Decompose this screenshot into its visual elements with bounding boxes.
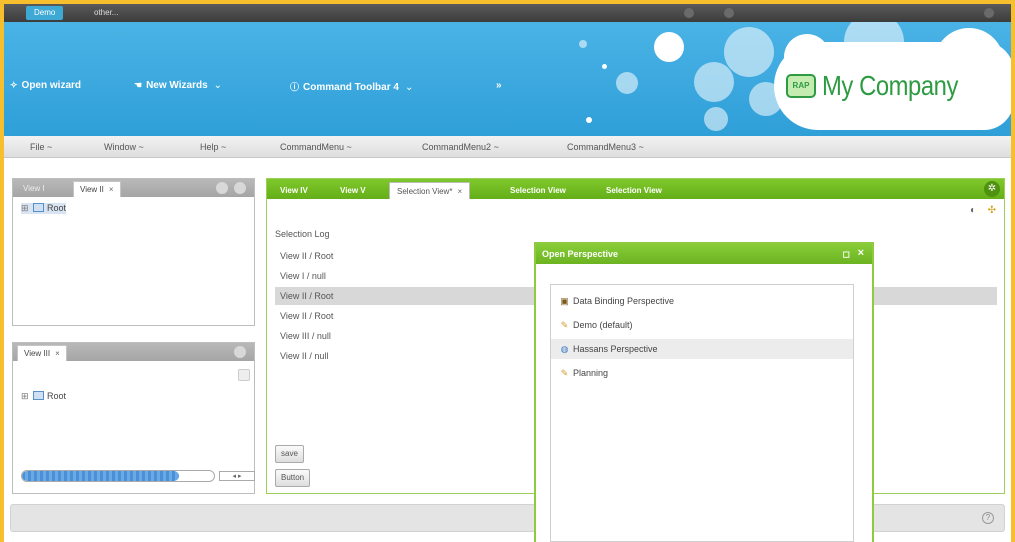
menu-commandmenu[interactable]: CommandMenu ~	[280, 142, 352, 152]
binding-icon: ▣	[560, 296, 569, 306]
tab-selection-view[interactable]: Selection View	[503, 182, 573, 199]
folder-icon	[33, 203, 44, 212]
main-tab-bar: View IV View V Selection View* × Selectio…	[267, 179, 1004, 199]
wizard-icon: ✧	[10, 80, 18, 90]
expand-icon[interactable]: ⊞	[21, 391, 30, 402]
bubble-decoration	[704, 107, 728, 131]
pencil-icon: ✎	[560, 320, 569, 330]
tab-selection-view-active[interactable]: Selection View* ×	[389, 182, 471, 199]
open-perspective-dialog: Open Perspective ◻ × ▣ Data Binding Persp…	[534, 242, 874, 542]
header-banner: RAP My Company ✧ Open wizard ☚ New Wizards…	[4, 22, 1011, 136]
perspective-switcher: Demo other...	[4, 4, 1011, 22]
close-tab-icon[interactable]: ×	[109, 185, 114, 194]
close-tab-icon[interactable]: ×	[55, 349, 60, 358]
bubble-decoration	[694, 62, 734, 102]
selection-log-title: Selection Log	[275, 229, 330, 239]
bubble-decoration	[579, 40, 587, 48]
rap-logo-icon: RAP	[786, 74, 816, 98]
tab-view-ii[interactable]: View II ×	[73, 181, 121, 197]
perspective-tab-demo[interactable]: Demo	[26, 6, 64, 20]
generic-button[interactable]: Button	[275, 469, 311, 487]
progress-fill	[22, 471, 180, 481]
chevron-down-icon: ⌄	[213, 80, 223, 91]
save-button[interactable]: save	[275, 445, 304, 463]
open-wizard-button[interactable]: ✧ Open wizard	[10, 80, 81, 91]
menu-help[interactable]: Help ~	[200, 142, 226, 152]
globe-icon: ◍	[560, 344, 569, 354]
refresh-icon[interactable]: ◐	[970, 205, 976, 216]
tab-view-iii[interactable]: View III ×	[17, 345, 67, 361]
progress-bar	[21, 470, 215, 482]
perspective-item-planning[interactable]: ✎ Planning	[551, 363, 853, 383]
menu-commandmenu2[interactable]: CommandMenu2 ~	[422, 142, 499, 152]
star-icon[interactable]: ✣	[988, 205, 996, 216]
company-logo: RAP My Company	[786, 66, 982, 106]
maximize-icon[interactable]	[234, 346, 246, 358]
left-bottom-view-pane: View III × ⊞ Root ◂ ▸	[12, 342, 255, 494]
perspective-item-data-binding[interactable]: ▣ Data Binding Perspective	[551, 291, 853, 311]
command-toolbar-button[interactable]: ⓘ Command Toolbar 4 ⌄	[290, 80, 413, 93]
tree-item-root[interactable]: ⊞ Root	[21, 203, 67, 214]
close-icon[interactable]: ×	[858, 247, 864, 259]
menu-commandmenu3[interactable]: CommandMenu3 ~	[567, 142, 644, 152]
view-menu-icon[interactable]	[238, 369, 250, 381]
toolbar-overflow-button[interactable]: »	[496, 80, 502, 91]
company-name: My Company	[822, 70, 958, 101]
help-icon[interactable]: ?	[982, 512, 994, 524]
bubble-decoration	[602, 64, 607, 69]
tab-selection-view[interactable]: Selection View	[599, 182, 669, 199]
menubar: File ~ Window ~ Help ~ CommandMenu ~ Com…	[4, 136, 1011, 158]
tab-view-i[interactable]: View I	[17, 181, 51, 197]
tab-view-iv[interactable]: View IV	[273, 182, 315, 199]
view-pane-header: View I View II ×	[13, 179, 254, 197]
view-pane-header: View III ×	[13, 343, 254, 361]
perspective-tab-other[interactable]: other...	[86, 6, 126, 20]
strip-decoration-icon	[684, 8, 694, 18]
dialog-title: Open Perspective	[536, 244, 872, 264]
strip-decoration-icon	[984, 8, 994, 18]
folder-icon	[33, 391, 44, 400]
minimize-icon[interactable]	[216, 182, 228, 194]
perspective-item-hassans[interactable]: ◍ Hassans Perspective	[551, 339, 853, 359]
chevron-down-icon: ⌄	[404, 82, 414, 93]
gear-icon[interactable]: ✲	[984, 181, 1000, 197]
menu-window[interactable]: Window ~	[104, 142, 144, 152]
info-icon: ⓘ	[290, 82, 300, 92]
bubble-decoration	[724, 27, 774, 77]
hand-icon: ☚	[134, 80, 143, 90]
pencil-icon: ✎	[560, 368, 569, 378]
close-tab-icon[interactable]: ×	[457, 187, 462, 196]
expand-icon[interactable]: ⊞	[21, 203, 30, 214]
bubble-decoration	[586, 117, 592, 123]
perspective-list: ▣ Data Binding Perspective ✎ Demo (default…	[550, 284, 854, 542]
application-window: Demo other... RAP My Company ✧ Open wizar…	[4, 4, 1011, 542]
new-wizards-button[interactable]: ☚ New Wizards ⌄	[134, 80, 222, 91]
bubble-decoration	[616, 72, 638, 94]
maximize-icon[interactable]	[234, 182, 246, 194]
maximize-dialog-icon[interactable]: ◻	[843, 249, 850, 260]
perspective-item-demo[interactable]: ✎ Demo (default)	[551, 315, 853, 335]
tree-item-root[interactable]: ⊞ Root	[21, 391, 66, 402]
menu-file[interactable]: File ~	[30, 142, 52, 152]
left-top-view-pane: View I View II × ⊞ Root	[12, 178, 255, 326]
tab-view-v[interactable]: View V	[333, 182, 373, 199]
strip-decoration-icon	[724, 8, 734, 18]
scroll-arrows[interactable]: ◂ ▸	[219, 471, 255, 481]
bubble-decoration	[654, 32, 684, 62]
